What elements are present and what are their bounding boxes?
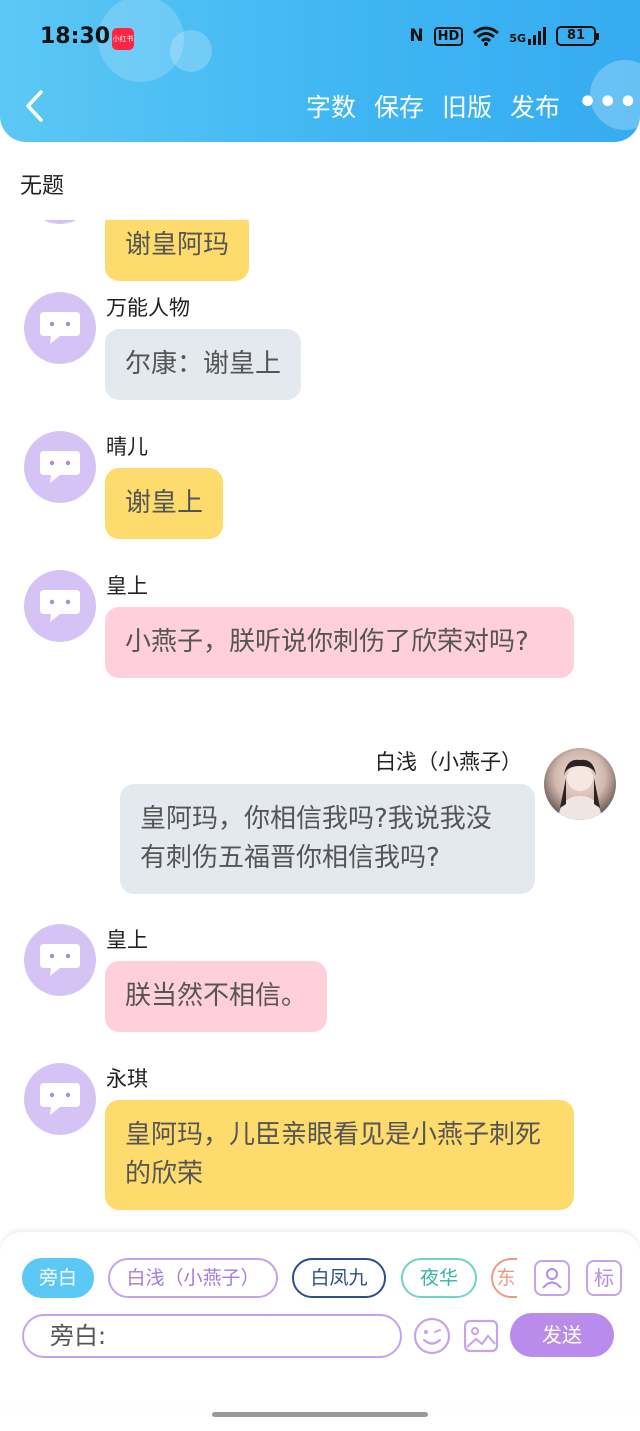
message-bubble[interactable]: 皇阿玛，你相信我吗?我说我没有刺伤五福晋你相信我吗? (120, 784, 535, 894)
message-input[interactable]: 旁白: (22, 1314, 402, 1358)
back-button[interactable] (22, 88, 52, 128)
avatar (24, 570, 96, 642)
avatar (24, 220, 96, 224)
nav-actions: 字数 保存 旧版 发布 ••• (306, 88, 640, 128)
top-bar: 18:30 小红书 N HD 5G 81 字数 保存 旧版 发布 ••• (0, 0, 640, 142)
portrait-image (558, 759, 602, 820)
chat-bubble-icon (40, 590, 80, 622)
tag-button[interactable]: 标 (586, 1260, 622, 1296)
message-bubble[interactable]: 小燕子，朕听说你刺伤了欣荣对吗? (105, 607, 574, 678)
network-type: 5G (509, 32, 526, 45)
message-bubble[interactable]: 朕当然不相信。 (105, 961, 328, 1032)
decor-bubble (170, 30, 212, 72)
avatar (24, 1063, 96, 1135)
chat-message: 皇上 小燕子，朕听说你刺伤了欣荣对吗? (0, 570, 640, 730)
chat-list[interactable]: 谢皇阿玛 万能人物 尔康：谢皇上 晴儿 谢皇上 皇上 小燕子，朕听说你刺伤了欣荣… (0, 220, 640, 1232)
smile-icon (413, 1317, 451, 1355)
app-notification-icon: 小红书 (112, 28, 134, 50)
status-icons: N HD 5G 81 (409, 26, 599, 46)
chat-message: 谢皇阿玛 (0, 220, 640, 281)
signal-icon: 5G (509, 27, 546, 45)
user-avatar (544, 748, 616, 820)
image-button[interactable] (462, 1316, 500, 1356)
speaker-name: 白浅（小燕子） (375, 750, 522, 774)
message-bubble[interactable]: 尔康：谢皇上 (105, 329, 302, 400)
chat-message: 万能人物 尔康：谢皇上 (0, 292, 640, 412)
speaker-name: 万能人物 (106, 296, 190, 320)
battery-icon: 81 (556, 26, 599, 46)
publish-button[interactable]: 发布 (510, 88, 560, 128)
chat-bubble-icon (40, 312, 80, 344)
chat-message: 皇上 朕当然不相信。 (0, 924, 640, 1044)
speaker-name: 永琪 (106, 1067, 148, 1091)
chat-message: 永琪 皇阿玛，儿臣亲眼看见是小燕子刺死的欣荣 (0, 1063, 640, 1223)
chat-bubble-icon (40, 1083, 80, 1115)
nfc-icon: N (409, 26, 424, 46)
role-chip[interactable]: 夜华 (401, 1258, 477, 1298)
speaker-name: 皇上 (106, 574, 148, 598)
speaker-name: 晴儿 (106, 435, 148, 459)
chat-message: 晴儿 谢皇上 (0, 431, 640, 551)
avatar (24, 924, 96, 996)
composer-panel: 旁白 白浅（小燕子） 白凤九 夜华 东 标 旁白: 发送 (0, 1232, 640, 1407)
chat-message: 白浅（小燕子） 皇阿玛，你相信我吗?我说我没有刺伤五福晋你相信我吗? (0, 746, 640, 906)
save-button[interactable]: 保存 (374, 88, 424, 128)
wifi-icon (473, 26, 500, 46)
message-bubble[interactable]: 谢皇上 (105, 468, 224, 539)
role-chip-narration[interactable]: 旁白 (22, 1258, 94, 1298)
emoji-button[interactable] (412, 1316, 452, 1356)
send-button[interactable]: 发送 (510, 1313, 614, 1357)
message-bubble[interactable]: 皇阿玛，儿臣亲眼看见是小燕子刺死的欣荣 (105, 1100, 574, 1210)
hd-icon: HD (433, 26, 464, 46)
speaker-name: 皇上 (106, 928, 148, 952)
status-time: 18:30 (40, 24, 111, 49)
role-chip[interactable]: 白凤九 (292, 1258, 386, 1298)
profile-button[interactable] (534, 1260, 570, 1296)
message-bubble[interactable]: 谢皇阿玛 (105, 220, 250, 281)
person-card-icon (542, 1268, 562, 1289)
chevron-left-icon (26, 90, 43, 122)
avatar (24, 431, 96, 503)
more-icon[interactable]: ••• (578, 88, 638, 128)
image-icon (463, 1319, 499, 1353)
word-count-button[interactable]: 字数 (306, 88, 356, 128)
home-indicator[interactable] (212, 1412, 428, 1417)
avatar (24, 292, 96, 364)
role-chip[interactable]: 白浅（小燕子） (108, 1258, 278, 1298)
chat-bubble-icon (40, 944, 80, 976)
document-title[interactable]: 无题 (20, 168, 64, 200)
old-version-button[interactable]: 旧版 (442, 88, 492, 128)
chat-bubble-icon (40, 451, 80, 483)
role-chip[interactable]: 东 (491, 1258, 517, 1298)
